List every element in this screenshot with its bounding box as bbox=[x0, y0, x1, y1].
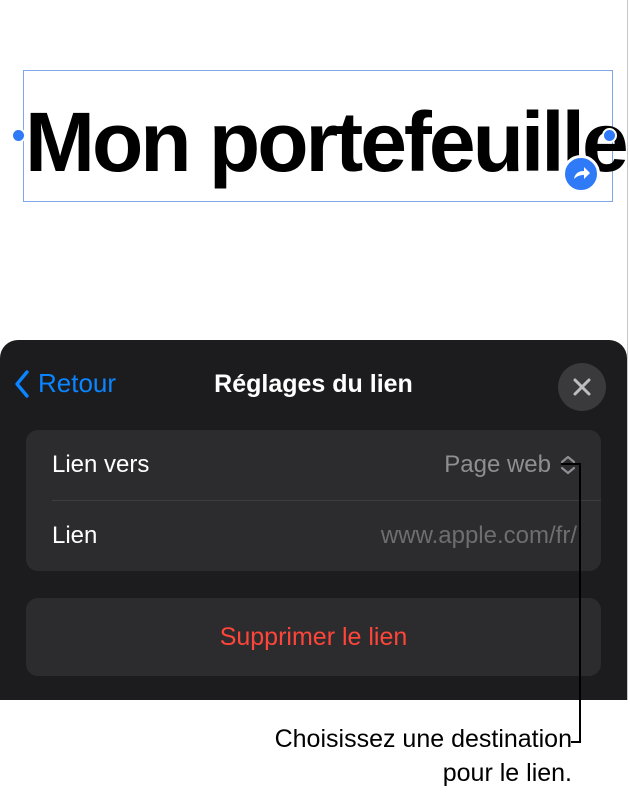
link-badge-icon[interactable] bbox=[562, 155, 600, 193]
close-button[interactable] bbox=[558, 363, 606, 411]
link-row[interactable]: Lien www.apple.com/fr/ bbox=[26, 501, 601, 571]
chevron-up-down-icon bbox=[560, 455, 576, 475]
callout-leader-line bbox=[579, 463, 581, 743]
document-title[interactable]: Mon portefeuille bbox=[25, 100, 629, 184]
link-to-label: Lien vers bbox=[52, 451, 150, 478]
link-settings-sheet: Retour Réglages du lien Lien vers Page w… bbox=[0, 340, 627, 700]
callout-line-1: Choisissez une destination bbox=[274, 725, 572, 753]
callout-leader-tick bbox=[571, 741, 581, 743]
callout-leader-top bbox=[561, 463, 581, 465]
link-to-value-text: Page web bbox=[444, 451, 551, 478]
sheet-title: Réglages du lien bbox=[214, 370, 413, 398]
link-to-value[interactable]: Page web bbox=[444, 451, 577, 479]
link-label: Lien bbox=[52, 522, 98, 549]
link-to-row[interactable]: Lien vers Page web bbox=[26, 430, 601, 500]
remove-link-button[interactable]: Supprimer le lien bbox=[26, 598, 601, 676]
link-url-field[interactable]: www.apple.com/fr/ bbox=[381, 522, 577, 550]
callout-line-2: pour le lien. bbox=[442, 759, 572, 787]
right-resize-handle[interactable] bbox=[602, 128, 617, 143]
link-settings-group: Lien vers Page web Lien www.apple.com/fr… bbox=[26, 430, 601, 571]
close-icon bbox=[573, 378, 591, 396]
callout-annotation: Choisissez une destination pour le lien. bbox=[275, 722, 572, 790]
left-resize-handle[interactable] bbox=[11, 128, 26, 143]
